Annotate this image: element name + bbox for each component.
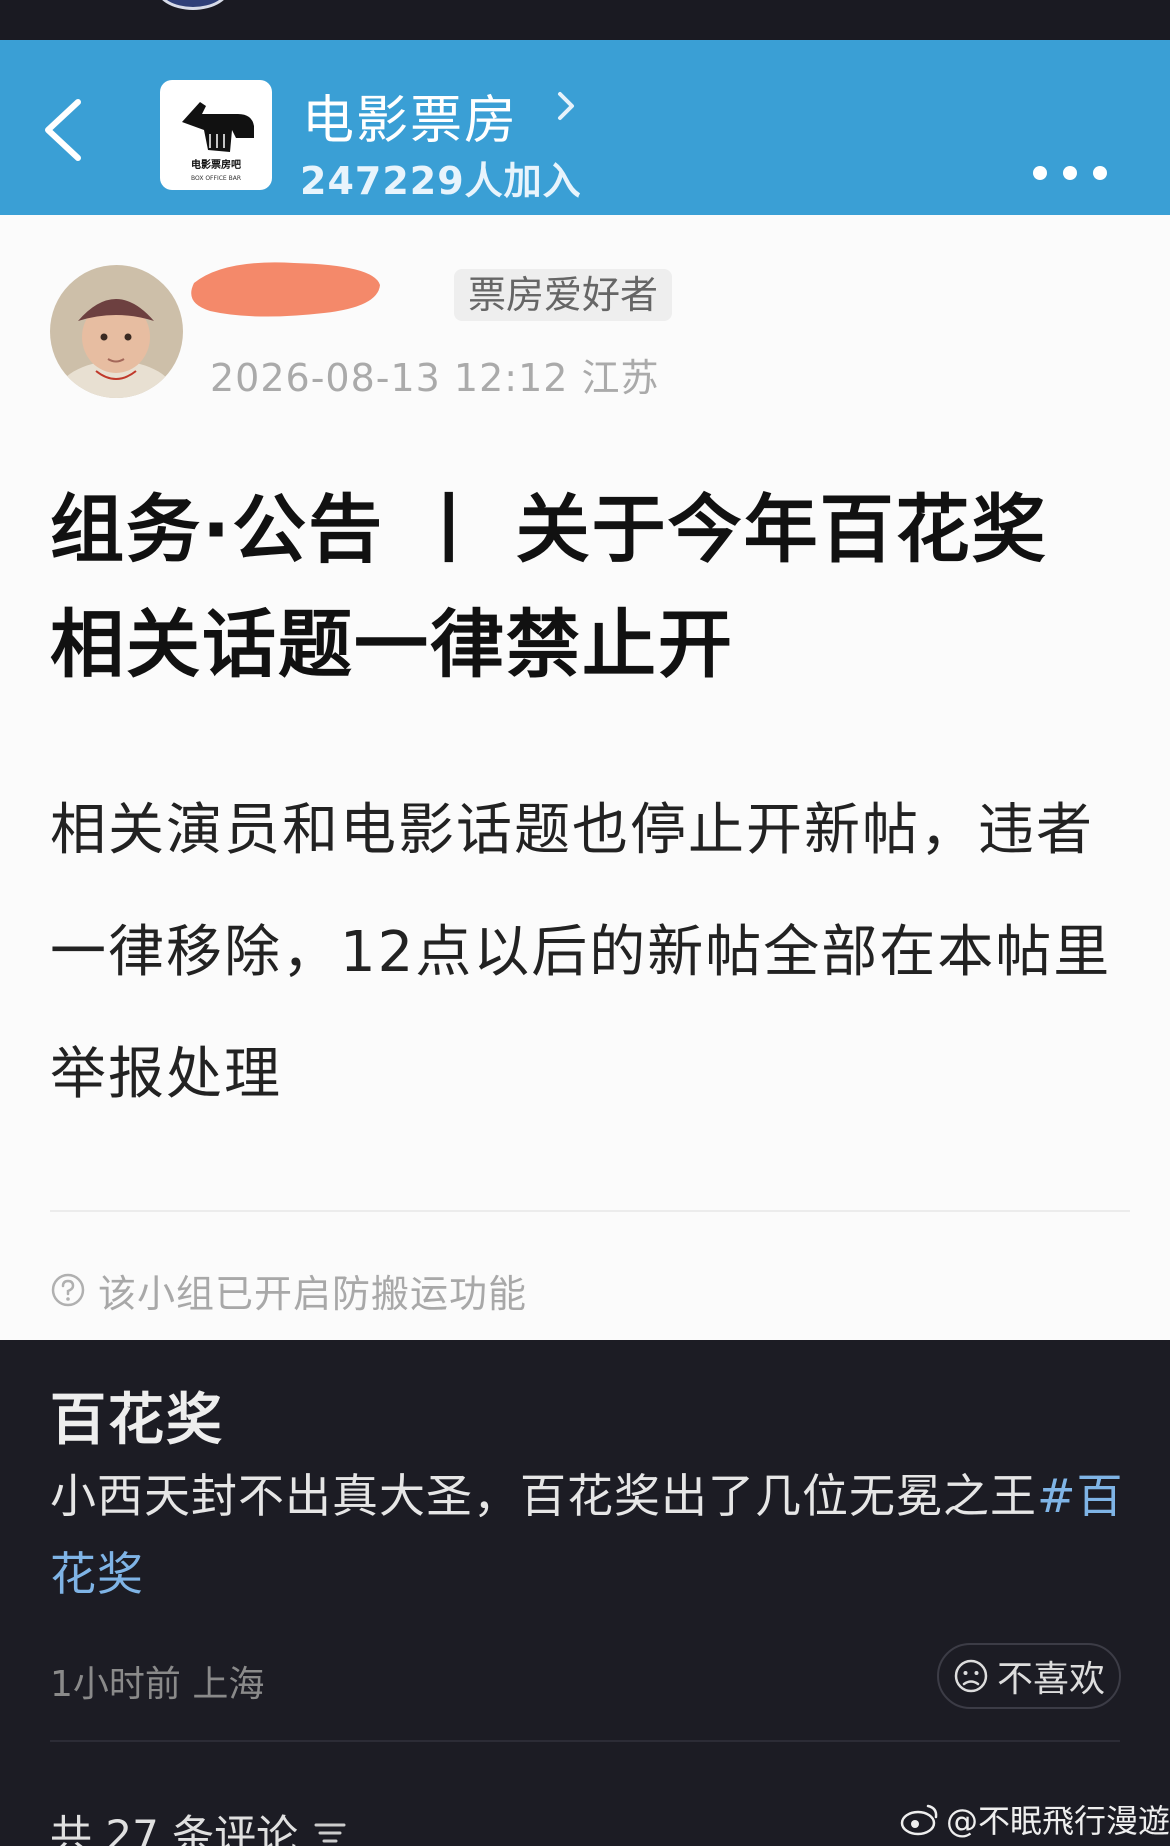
post-body: 相关演员和电影话题也停止开新帖，违者一律移除，12点以后的新帖全部在本帖里举报处… <box>50 798 1112 1107</box>
dislike-button[interactable]: 不喜欢 <box>937 1643 1121 1709</box>
top-status-strip <box>0 0 1170 40</box>
group-header: 电影票房吧 BOX OFFICE BAR 电影票房 247229人加入 <box>0 40 1170 215</box>
dislike-label: 不喜欢 <box>996 1659 1105 1700</box>
notice-text: 该小组已开启防搬运功能 <box>98 1271 528 1316</box>
more-dots-icon <box>1033 166 1107 180</box>
back-button[interactable] <box>38 90 98 170</box>
comments-sort-button[interactable]: 共 27 条评论 <box>50 1802 350 1846</box>
user-tag-badge: 票房爱好者 <box>454 269 673 321</box>
topic-text-body: 小西天封不出真大圣，百花奖出了几位无冕之王 <box>50 1469 1037 1523</box>
sort-lines-icon <box>314 1823 346 1842</box>
film-reel-logo: 电影票房吧 BOX OFFICE BAR <box>182 102 254 182</box>
section-divider <box>50 1740 1120 1742</box>
topic-meta: 1小时前 上海 <box>50 1655 264 1707</box>
back-arrow-icon <box>45 99 81 161</box>
more-button[interactable] <box>1025 158 1115 188</box>
group-logo[interactable]: 电影票房吧 BOX OFFICE BAR <box>160 80 272 190</box>
comments-count-label: 共 27 条评论 <box>50 1811 299 1846</box>
post-divider <box>50 1210 1130 1212</box>
logo-text: 电影票房吧 <box>191 158 241 171</box>
weibo-watermark: @不眠飛行漫遊 <box>900 1796 1170 1842</box>
group-name[interactable]: 电影票房 <box>302 78 518 153</box>
sad-face-icon <box>954 1659 988 1693</box>
user-avatar[interactable] <box>50 265 183 398</box>
watermark-text: @不眠飛行漫遊 <box>946 1802 1170 1840</box>
chevron-right-icon <box>558 92 574 120</box>
post-title: 组务·公告 丨 关于今年百花奖相关话题一律禁止开 <box>50 487 1048 688</box>
post-timestamp: 2026-08-13 12:12 江苏 <box>210 356 660 400</box>
post-card: 票房爱好者 2026-08-13 12:12 江苏 组务·公告 丨 关于今年百花… <box>0 215 1170 1340</box>
baby-avatar-image <box>50 265 183 398</box>
topic-location: 上海 <box>192 1664 265 1705</box>
redacted-username <box>184 257 384 325</box>
weibo-logo-icon <box>900 1804 938 1836</box>
group-chevron[interactable] <box>556 88 576 128</box>
member-count: 247229人加入 <box>300 159 582 203</box>
topic-section: 百花奖 小西天封不出真大圣，百花奖出了几位无冕之王#百花奖 1小时前 上海 不喜… <box>0 1340 1170 1846</box>
topic-time: 1小时前 <box>50 1664 181 1705</box>
topic-title: 百花奖 <box>50 1388 224 1453</box>
anti-repost-notice[interactable]: 该小组已开启防搬运功能 <box>50 1260 527 1320</box>
logo-subtext: BOX OFFICE BAR <box>191 175 241 182</box>
topic-text: 小西天封不出真大圣，百花奖出了几位无冕之王#百花奖 <box>50 1457 1130 1613</box>
question-circle-icon <box>51 1273 85 1307</box>
partial-avatar <box>155 0 231 10</box>
